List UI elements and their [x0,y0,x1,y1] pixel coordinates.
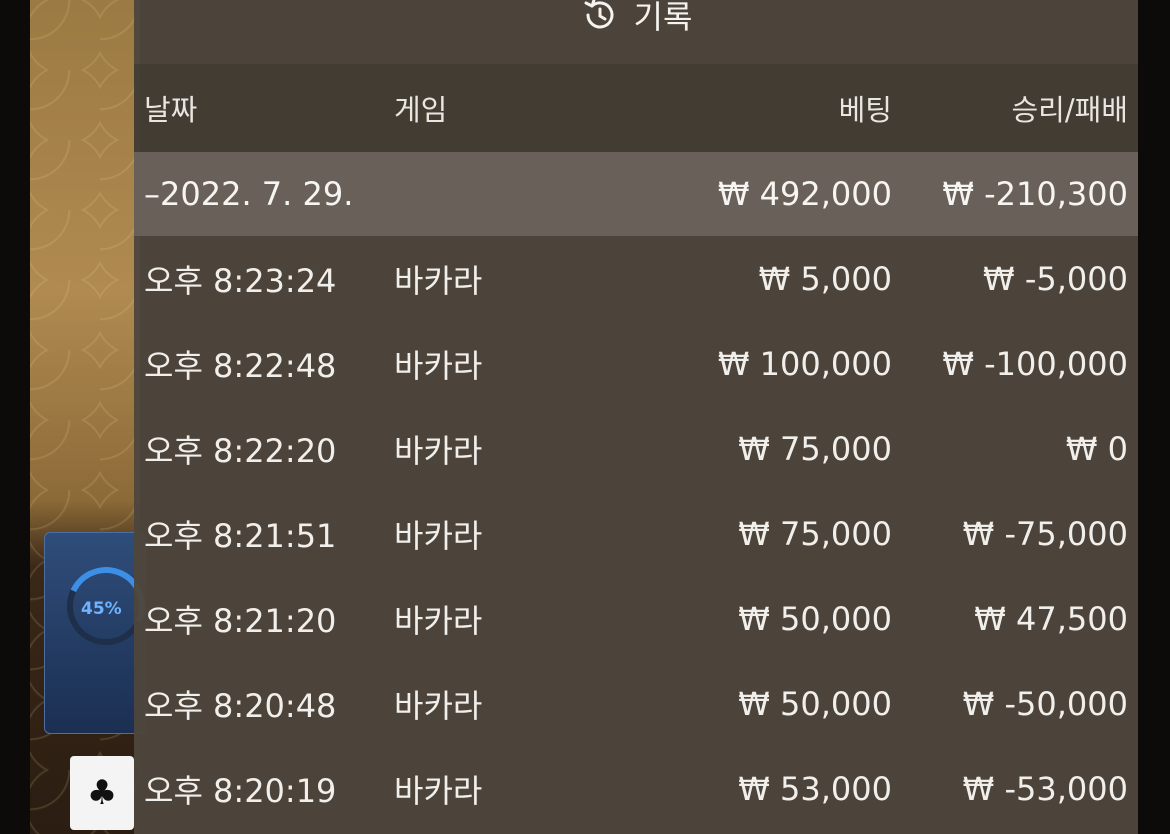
column-bet[interactable]: 베팅 [634,87,892,129]
row-time: 오후 8:23:24 [144,261,337,300]
progress-label: 45% [81,599,122,619]
row-result: ₩ 47,500 [974,599,1128,638]
row-game: 바카라 [394,601,483,640]
row-time: 오후 8:20:19 [144,771,337,810]
row-bet: ₩ 50,000 [738,684,892,723]
table-row[interactable]: 오후 8:20:48 바카라 ₩ 50,000 ₩ -50,000 [134,661,1138,746]
row-bet: ₩ 100,000 [717,344,892,383]
row-game: 바카라 [394,771,483,810]
row-game: 바카라 [394,261,483,300]
row-game: 바카라 [394,431,483,470]
row-bet: ₩ 5,000 [758,259,892,298]
row-result: ₩ -75,000 [962,514,1128,553]
column-date[interactable]: 날짜 [134,87,394,129]
row-game: 바카라 [394,346,483,385]
row-time: 오후 8:21:51 [144,516,337,555]
date-summary-row[interactable]: –2022. 7. 29. ₩ 492,000 ₩ -210,300 [134,152,1138,236]
club-icon[interactable]: ♣ [70,756,134,830]
panel-header: 기록 [134,0,1138,64]
table-row[interactable]: 오후 8:21:20 바카라 ₩ 50,000 ₩ 47,500 [134,576,1138,661]
summary-date: –2022. 7. 29. [144,175,354,213]
progress-widget[interactable]: 45% [44,532,156,734]
summary-result: ₩ -210,300 [942,175,1128,213]
row-time: 오후 8:20:48 [144,686,337,725]
table-row[interactable]: 오후 8:23:24 바카라 ₩ 5,000 ₩ -5,000 [134,236,1138,321]
row-bet: ₩ 50,000 [738,599,892,638]
row-time: 오후 8:21:20 [144,601,337,640]
column-game[interactable]: 게임 [394,87,634,129]
row-game: 바카라 [394,516,483,555]
history-panel: 기록 날짜 게임 베팅 승리/패배 –2022. 7. 29. ₩ 492,00… [134,0,1138,834]
column-result[interactable]: 승리/패배 [892,87,1129,129]
row-bet: ₩ 53,000 [738,769,892,808]
row-bet: ₩ 75,000 [738,514,892,553]
table-row[interactable]: 오후 8:20:19 바카라 ₩ 53,000 ₩ -53,000 [134,746,1138,831]
row-game: 바카라 [394,686,483,725]
row-time: 오후 8:22:20 [144,431,337,470]
background-edge-right [1138,0,1170,834]
row-bet: ₩ 75,000 [738,429,892,468]
row-result: ₩ -50,000 [962,684,1128,723]
row-result: ₩ 0 [1065,429,1128,468]
row-result: ₩ -53,000 [962,769,1128,808]
row-result: ₩ -5,000 [983,259,1128,298]
table-row[interactable]: 오후 8:22:48 바카라 ₩ 100,000 ₩ -100,000 [134,321,1138,406]
table-header: 날짜 게임 베팅 승리/패배 [134,64,1138,152]
history-icon [584,0,614,29]
panel-title: 기록 [633,0,693,36]
summary-bet: ₩ 492,000 [717,175,892,213]
background-edge-left [0,0,30,834]
row-result: ₩ -100,000 [942,344,1128,383]
table-row[interactable]: 오후 8:21:51 바카라 ₩ 75,000 ₩ -75,000 [134,491,1138,576]
table-row[interactable]: 오후 8:22:20 바카라 ₩ 75,000 ₩ 0 [134,406,1138,491]
row-time: 오후 8:22:48 [144,346,337,385]
